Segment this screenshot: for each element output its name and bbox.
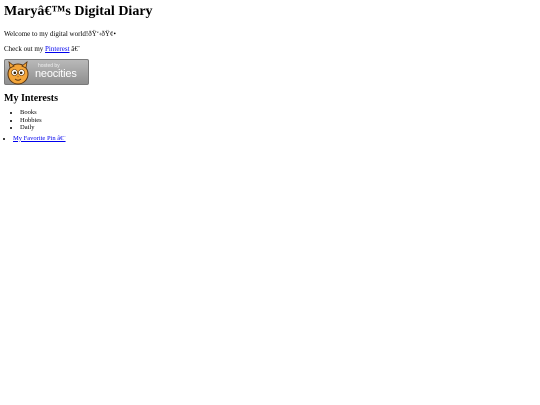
interests-heading: My Interests [4, 93, 58, 104]
pin-list-item: My Favorite Pin â€¨ [13, 135, 536, 143]
interest-item-daily: Daily [20, 124, 536, 132]
welcome-text: Welcome to my digital world!ðŸ‘‹ðŸ¢• [4, 30, 116, 38]
interests-list: Books Hobbies Daily [4, 109, 536, 132]
page-body: Maryâ€™s Digital Diary Welcome to my dig… [4, 0, 536, 143]
pinterest-prefix-text: Check out my [4, 45, 46, 53]
favorite-pin-link[interactable]: My Favorite Pin â€¨ [13, 135, 66, 142]
page-title: Maryâ€™s Digital Diary [4, 4, 153, 19]
pinterest-link[interactable]: Pinterest [45, 45, 70, 53]
neocities-cat-icon [7, 61, 29, 85]
badge-brand-text: neocities [35, 68, 77, 80]
pinterest-suffix-text: â€¨ [69, 45, 81, 53]
interest-item-books: Books [20, 109, 536, 117]
interest-item-hobbies: Hobbies [20, 117, 536, 125]
neocities-badge[interactable]: hosted by neocities [4, 59, 89, 85]
pins-list: My Favorite Pin â€¨ [4, 135, 536, 143]
pinterest-line: Check out my Pinterest â€¨ [4, 45, 536, 54]
